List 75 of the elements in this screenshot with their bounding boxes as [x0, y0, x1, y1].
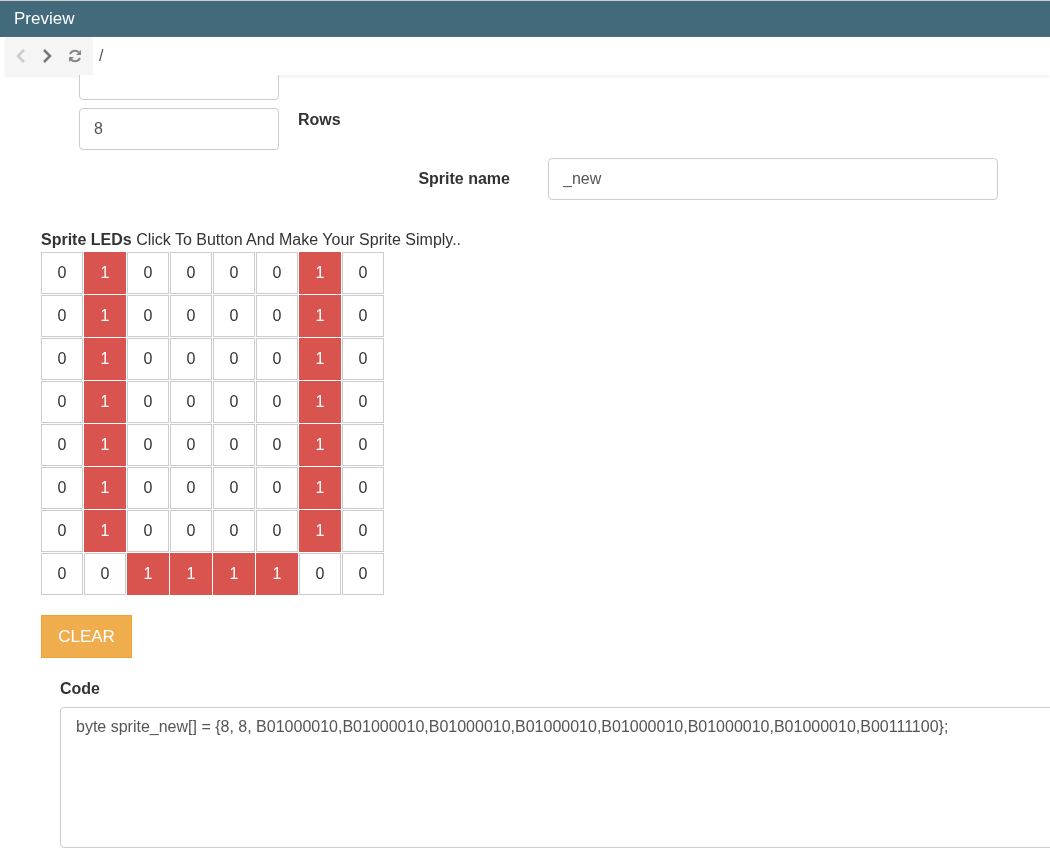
- led-button[interactable]: 1: [299, 424, 341, 466]
- led-button[interactable]: 1: [127, 553, 169, 595]
- led-button[interactable]: 0: [342, 381, 384, 423]
- window-title: Preview: [14, 9, 75, 29]
- refresh-icon[interactable]: [67, 48, 83, 64]
- led-button[interactable]: 0: [342, 467, 384, 509]
- led-button[interactable]: 0: [170, 338, 212, 380]
- led-button[interactable]: 0: [170, 467, 212, 509]
- led-button[interactable]: 1: [84, 424, 126, 466]
- instruction-text: Sprite LEDs Click To Button And Make Your Sprite Simply..: [41, 231, 463, 249]
- field-label: Rows: [298, 111, 341, 129]
- led-button[interactable]: 0: [299, 553, 341, 595]
- led-button[interactable]: 1: [84, 252, 126, 294]
- led-button[interactable]: 1: [213, 553, 255, 595]
- led-button[interactable]: 1: [299, 467, 341, 509]
- led-button[interactable]: 0: [256, 424, 298, 466]
- led-button[interactable]: 0: [41, 338, 83, 380]
- led-button[interactable]: 0: [213, 381, 255, 423]
- led-button[interactable]: 1: [299, 381, 341, 423]
- led-button[interactable]: 0: [41, 252, 83, 294]
- led-button[interactable]: 0: [41, 381, 83, 423]
- led-button[interactable]: 0: [213, 338, 255, 380]
- led-button[interactable]: 0: [256, 510, 298, 552]
- led-button[interactable]: 0: [342, 510, 384, 552]
- led-button[interactable]: 0: [170, 252, 212, 294]
- led-button[interactable]: 0: [213, 510, 255, 552]
- led-button[interactable]: 1: [84, 338, 126, 380]
- led-button[interactable]: 1: [84, 467, 126, 509]
- field-label: Code: [60, 680, 101, 698]
- led-button[interactable]: 1: [299, 510, 341, 552]
- led-button[interactable]: 0: [256, 252, 298, 294]
- led-button[interactable]: 0: [127, 252, 169, 294]
- led-button[interactable]: 1: [299, 295, 341, 337]
- forward-icon[interactable]: [41, 48, 53, 64]
- led-button[interactable]: 0: [170, 510, 212, 552]
- led-button[interactable]: 0: [342, 553, 384, 595]
- led-button[interactable]: 0: [256, 467, 298, 509]
- led-button[interactable]: 0: [41, 295, 83, 337]
- led-button[interactable]: 0: [127, 424, 169, 466]
- led-button[interactable]: 0: [342, 252, 384, 294]
- led-button[interactable]: 0: [41, 424, 83, 466]
- led-button[interactable]: 0: [127, 467, 169, 509]
- led-button[interactable]: 0: [84, 553, 126, 595]
- led-button[interactable]: 0: [127, 295, 169, 337]
- led-button[interactable]: 1: [256, 553, 298, 595]
- led-button[interactable]: 0: [170, 424, 212, 466]
- led-button[interactable]: 0: [256, 295, 298, 337]
- led-button[interactable]: 0: [41, 553, 83, 595]
- led-button[interactable]: 0: [342, 338, 384, 380]
- led-button[interactable]: 0: [213, 424, 255, 466]
- led-button[interactable]: 0: [342, 424, 384, 466]
- led-button[interactable]: 0: [213, 252, 255, 294]
- input-field[interactable]: 8: [79, 108, 279, 150]
- led-button[interactable]: 0: [170, 381, 212, 423]
- field-label: Sprite name: [417, 170, 510, 188]
- led-button[interactable]: 0: [256, 381, 298, 423]
- led-button[interactable]: 0: [256, 338, 298, 380]
- led-button[interactable]: 0: [41, 467, 83, 509]
- led-button[interactable]: 1: [299, 252, 341, 294]
- led-button[interactable]: 1: [84, 381, 126, 423]
- code-text-area[interactable]: byte sprite_new[] = {8, 8, B01000010,B01000010,B01000010,B01000010,B01000010,B01000010,B01000010,B00111100};: [60, 707, 1050, 848]
- led-button[interactable]: 0: [127, 381, 169, 423]
- led-button[interactable]: 1: [84, 295, 126, 337]
- led-button[interactable]: 0: [127, 510, 169, 552]
- led-button[interactable]: 0: [213, 295, 255, 337]
- led-button[interactable]: 0: [213, 467, 255, 509]
- address-text[interactable]: /: [99, 47, 104, 65]
- led-button[interactable]: 0: [342, 295, 384, 337]
- input-field[interactable]: _new: [548, 158, 998, 200]
- led-button[interactable]: 0: [41, 510, 83, 552]
- led-button[interactable]: 0: [170, 295, 212, 337]
- led-button[interactable]: 1: [299, 338, 341, 380]
- led-button[interactable]: 0: [127, 338, 169, 380]
- led-button[interactable]: 1: [170, 553, 212, 595]
- led-button[interactable]: 1: [84, 510, 126, 552]
